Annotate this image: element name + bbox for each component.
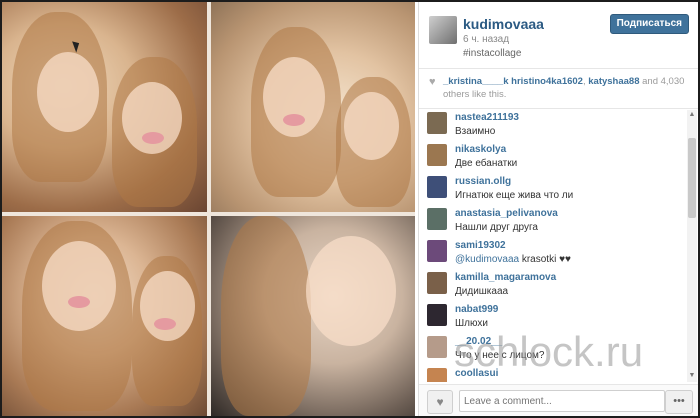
comment-username[interactable]: sami19302	[455, 240, 506, 251]
avatar[interactable]	[427, 176, 447, 198]
scroll-up-icon[interactable]: ▲	[688, 111, 696, 119]
follow-button[interactable]: Подписаться	[609, 14, 689, 34]
list-item: __20.02__ Что у нее с лицом?	[427, 334, 687, 366]
list-item: coollasui	[427, 366, 687, 382]
comment-username[interactable]: nastea211193	[455, 112, 519, 123]
list-item: russian.ollg Игнатюк еще жива что ли	[427, 174, 687, 206]
comment-username[interactable]: coollasui	[455, 368, 498, 379]
collage-divider	[2, 212, 415, 216]
post-photo[interactable]	[2, 2, 415, 416]
list-item: kamilla_magaramova Дидишкааа	[427, 270, 687, 302]
post-username[interactable]: kudimovaaa	[463, 16, 544, 32]
collage-divider	[207, 2, 211, 416]
collage-photo-4	[211, 216, 415, 416]
heart-icon: ♥	[429, 76, 436, 88]
post-caption[interactable]: #instacollage	[463, 48, 521, 59]
comment-text: Игнатюк еще жива что ли	[455, 190, 574, 201]
liker-link[interactable]: katyshaa88	[588, 76, 639, 87]
collage-photo-2	[211, 2, 415, 212]
comment-list: nastea211193 Взаимно nikaskolya Две ебанатк…	[419, 110, 687, 382]
like-button[interactable]: ♥	[427, 390, 453, 414]
comment-username[interactable]: nabat999	[455, 304, 498, 315]
more-options-button[interactable]: •••	[665, 390, 693, 414]
avatar[interactable]	[427, 336, 447, 358]
comment-text: @kudimovaaa krasotki ♥♥	[455, 254, 571, 265]
comment-username[interactable]: russian.ollg	[455, 176, 511, 187]
comment-text: Две ебанатки	[455, 158, 518, 169]
avatar[interactable]	[427, 144, 447, 166]
avatar[interactable]	[427, 272, 447, 294]
comment-text: Взаимно	[455, 126, 496, 137]
post-header: kudimovaaa 6 ч. назад #instacollage Подп…	[419, 2, 698, 69]
heart-icon: ♥	[436, 395, 444, 409]
avatar[interactable]	[427, 368, 447, 382]
comment-text: Нашли друг друга	[455, 222, 538, 233]
list-item: nikaskolya Две ебанатки	[427, 142, 687, 174]
comments-scrollbar[interactable]: ▲ ▼	[687, 110, 697, 382]
list-item: nabat999 Шлюхи	[427, 302, 687, 334]
post-sidebar: kudimovaaa 6 ч. назад #instacollage Подп…	[418, 2, 698, 416]
avatar[interactable]	[429, 16, 457, 44]
comment-text: Шлюхи	[455, 318, 488, 329]
avatar[interactable]	[427, 304, 447, 326]
mention-link[interactable]: @kudimovaaa	[455, 254, 519, 265]
likes-text: _kristina____k hristino4ka1602, katyshaa…	[443, 76, 685, 100]
collage-photo-1	[2, 2, 207, 212]
comment-username[interactable]: anastasia_pelivanova	[455, 208, 558, 219]
comment-username[interactable]: __20.02__	[455, 336, 502, 347]
comment-input[interactable]	[459, 390, 665, 412]
liker-link[interactable]: _kristina____k	[443, 76, 509, 87]
avatar[interactable]	[427, 240, 447, 262]
scrollbar-thumb[interactable]	[688, 138, 696, 218]
comment-username[interactable]: nikaskolya	[455, 144, 506, 155]
list-item: anastasia_pelivanova Нашли друг друга	[427, 206, 687, 238]
post-time[interactable]: 6 ч. назад	[463, 34, 509, 45]
window-frame: kudimovaaa 6 ч. назад #instacollage Подп…	[0, 0, 700, 418]
avatar[interactable]	[427, 208, 447, 230]
avatar[interactable]	[427, 112, 447, 134]
list-item: sami19302 @kudimovaaa krasotki ♥♥	[427, 238, 687, 270]
scroll-down-icon[interactable]: ▼	[688, 372, 696, 380]
list-item: nastea211193 Взаимно	[427, 110, 687, 142]
comment-username[interactable]: kamilla_magaramova	[455, 272, 556, 283]
comment-text-rest: krasotki ♥♥	[519, 254, 571, 265]
collage-photo-3	[2, 216, 207, 416]
comment-text: Дидишкааа	[455, 286, 509, 297]
comment-text: Что у нее с лицом?	[455, 350, 545, 361]
liker-link[interactable]: hristino4ka1602	[511, 76, 583, 87]
comment-bar: ♥ •••	[419, 384, 698, 416]
likes-summary: ♥ _kristina____k hristino4ka1602, katysh…	[419, 72, 698, 109]
